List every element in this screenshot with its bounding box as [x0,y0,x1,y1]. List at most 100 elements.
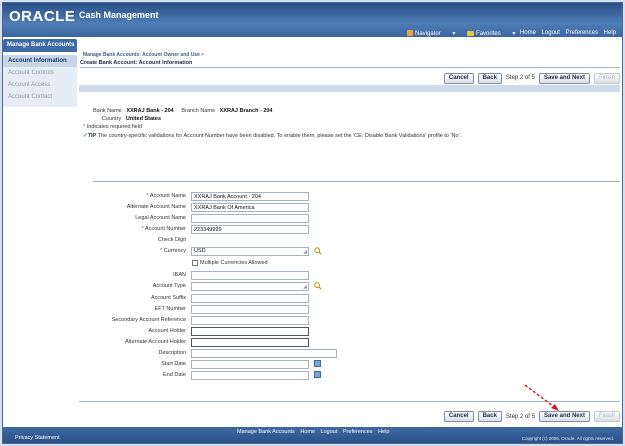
description-input[interactable] [191,349,337,358]
favorites-menu[interactable]: Favorites ▾ [467,31,515,37]
cancel-button-bottom[interactable]: Cancel [443,411,474,422]
alternate-account-holder-input[interactable] [191,338,309,347]
account-suffix-label: Account Suffix [150,295,186,301]
footer-links: Manage Bank Accounts Home Logout Prefere… [237,429,393,435]
row-check-digit: Check Digit [79,236,620,246]
legal-account-name-input[interactable] [191,214,309,223]
footer-link-help[interactable]: Help [378,429,389,435]
bank-name-value: XXRAJ Bank - 204 [126,108,174,114]
row-end-date: End Date [79,371,620,381]
global-links: Home Logout Preferences Help [516,30,616,36]
sidebar-item-account-contact[interactable]: Account Contact [3,91,77,103]
breadcrumb: Manage Bank Accounts: Account Owner and … [83,52,620,58]
bank-info: Bank Name XXRAJ Bank - 204 Branch Name X… [93,108,273,124]
global-link-logout[interactable]: Logout [542,30,560,36]
top-button-bar: Cancel Back Step 2 of 5 Save and Next Fi… [440,72,620,84]
page-title: Create Bank Account: Account Information [80,60,620,68]
main-content: Manage Bank Accounts: Account Owner and … [79,52,620,402]
multiple-currencies-checkbox[interactable] [192,260,198,266]
footer-link-home[interactable]: Home [300,429,315,435]
sidebar-item-account-information[interactable]: Account Information [3,55,77,67]
navigator-icon [407,30,413,36]
multiple-currencies-label: Multiple Currencies Allowed [200,260,268,266]
section-divider [93,181,620,182]
global-link-preferences[interactable]: Preferences [566,30,598,36]
check-digit-label: Check Digit [157,237,186,243]
footer: Manage Bank Accounts Home Logout Prefere… [3,427,622,443]
row-eft-number: EFT Number [79,305,620,315]
resize-handle-icon: ◢ [303,284,307,290]
account-name-label: * Account Name [146,193,186,199]
back-button[interactable]: Back [477,72,502,84]
row-start-date: Start Date [79,360,620,370]
end-date-input[interactable] [191,371,309,380]
navigator-favorites: Navigator ▾ Favorites ▾ [407,30,525,37]
account-type-label: Account Type [152,283,186,289]
end-date-label: End Date [163,372,186,378]
alternate-account-name-input[interactable] [191,203,309,212]
required-star: * [83,124,86,130]
start-date-input[interactable] [191,360,309,369]
account-number-label: * Account Number [141,226,186,232]
tip-message: ✓TIP The country-specific validations fo… [83,133,462,139]
search-icon[interactable] [314,282,322,290]
global-link-home[interactable]: Home [520,30,536,36]
row-account-name: * Account Name [79,192,620,202]
calendar-icon[interactable] [314,360,321,367]
row-currency: * Currency USD ◢ [79,247,620,257]
annotation-arrow-icon [524,384,559,411]
section-band [79,85,620,92]
back-button-bottom[interactable]: Back [477,411,502,422]
account-name-input[interactable] [191,192,309,201]
currency-input[interactable]: USD ◢ [191,247,309,256]
cancel-button[interactable]: Cancel [443,72,474,84]
iban-input[interactable] [191,271,309,280]
account-type-input[interactable]: ◢ [191,282,309,291]
sidebar-item-account-controls[interactable]: Account Controls [3,67,77,79]
footer-link-manage-bank-accounts[interactable]: Manage Bank Accounts [237,429,295,435]
step-indicator-bottom: Step 2 of 5 [505,413,535,420]
required-note: * Indicates required field [83,124,143,130]
folder-icon [467,31,475,36]
footer-link-preferences[interactable]: Preferences [343,429,373,435]
alternate-account-holder-label: Alternate Account Holder [125,339,186,345]
row-alternate-account-holder: Alternate Account Holder [79,338,620,348]
tab-manage-bank-accounts[interactable]: Manage Bank Accounts [3,39,77,52]
row-legal-account-name: Legal Account Name [79,214,620,224]
account-suffix-input[interactable] [191,294,309,303]
breadcrumb-link[interactable]: Manage Bank Accounts: Account Owner and … [83,52,200,58]
row-alternate-account-name: Alternate Account Name [79,203,620,213]
account-holder-input[interactable] [191,327,309,336]
start-date-label: Start Date [161,361,186,367]
row-iban: IBAN [79,271,620,281]
footer-link-logout[interactable]: Logout [321,429,338,435]
resize-handle-icon: ◢ [303,249,307,255]
eft-number-input[interactable] [191,305,309,314]
eft-number-label: EFT Number [154,306,186,312]
bank-name-label: Bank Name [93,108,122,114]
row-multiple-currencies: Multiple Currencies Allowed [79,259,620,269]
country-value: United States [125,116,162,122]
navigator-menu[interactable]: Navigator ▾ [407,30,455,37]
row-account-number: * Account Number [79,225,620,235]
legal-account-name-label: Legal Account Name [135,215,186,221]
row-secondary-account-reference: Secondary Account Reference [79,316,620,326]
save-and-next-button[interactable]: Save and Next [538,72,590,84]
row-description: Description [79,349,620,359]
row-account-holder: Account Holder [79,327,620,337]
branch-name-value: XXRAJ Branch - 204 [219,108,273,114]
branch-name-label: Branch Name [181,108,216,114]
account-number-input[interactable] [191,225,309,234]
privacy-statement-link[interactable]: Privacy Statement [15,435,60,441]
calendar-icon[interactable] [314,371,321,378]
secondary-account-reference-input[interactable] [191,316,309,325]
app-window: ORACLE Cash Management Navigator ▾ Favor… [2,2,623,444]
side-navigation: Account Information Account Controls Acc… [3,55,77,107]
search-icon[interactable] [314,247,322,255]
app-title: Cash Management [79,10,159,20]
header-bar: ORACLE Cash Management Navigator ▾ Favor… [3,3,622,37]
row-account-suffix: Account Suffix [79,294,620,304]
alternate-account-name-label: Alternate Account Name [126,204,186,210]
global-link-help[interactable]: Help [604,30,616,36]
sidebar-item-account-access[interactable]: Account Access [3,79,77,91]
